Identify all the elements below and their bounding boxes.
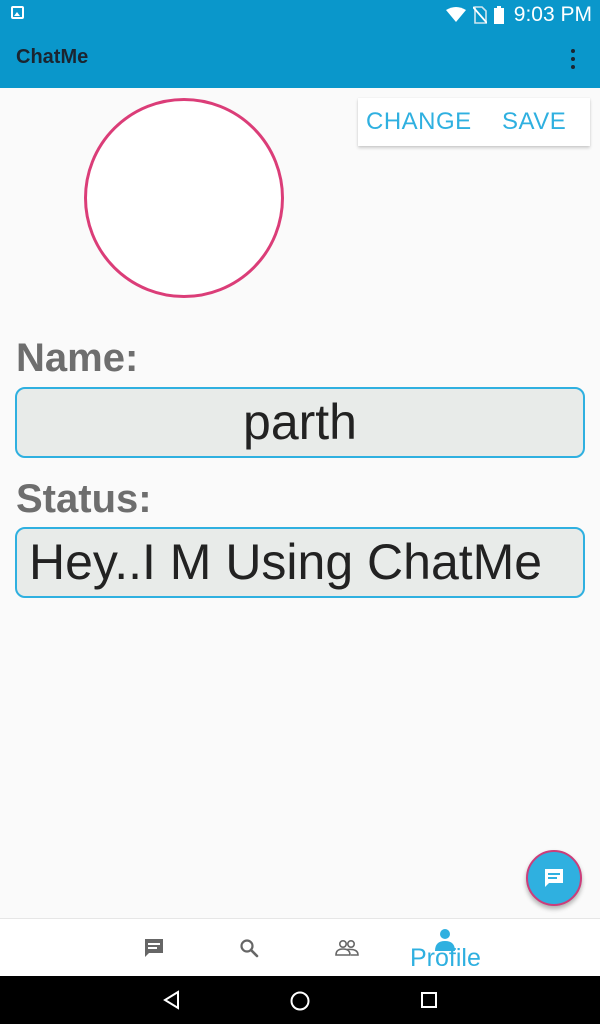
change-button[interactable]: CHANGE: [366, 108, 472, 136]
battery-icon: [493, 6, 504, 24]
system-navigation-bar: [0, 976, 600, 1024]
wifi-icon: [445, 7, 466, 22]
bottom-navigation: Profile: [0, 918, 600, 976]
new-message-button[interactable]: [526, 850, 582, 906]
nav-friends[interactable]: [333, 919, 363, 977]
status-icons: 9:03 PM: [445, 2, 592, 28]
app-title: ChatMe: [16, 46, 89, 68]
chat-icon: [145, 939, 163, 957]
recents-icon[interactable]: [419, 990, 439, 1010]
overflow-menu-icon[interactable]: [568, 46, 578, 72]
nav-chats[interactable]: [140, 919, 170, 977]
status-time: 9:03 PM: [513, 3, 592, 26]
name-field[interactable]: parth: [15, 387, 585, 458]
status-label: Status:: [16, 477, 152, 521]
home-icon[interactable]: [289, 990, 311, 1012]
status-field[interactable]: Hey..I M Using ChatMe: [15, 527, 585, 598]
no-sim-icon: [472, 6, 487, 24]
avatar[interactable]: [84, 98, 284, 298]
status-bar: 9:03 PM: [0, 0, 600, 30]
profile-actions: CHANGE SAVE: [358, 98, 590, 146]
name-label: Name:: [16, 336, 139, 380]
search-icon: [240, 939, 259, 958]
save-button[interactable]: SAVE: [502, 108, 566, 136]
nav-profile-label: Profile: [410, 944, 481, 972]
back-icon[interactable]: [162, 990, 182, 1010]
nav-profile[interactable]: Profile: [405, 919, 487, 977]
image-notification-icon: [11, 6, 24, 19]
app-bar: ChatMe: [0, 30, 600, 88]
message-icon: [545, 869, 563, 887]
nav-search[interactable]: [236, 919, 266, 977]
people-icon: [335, 939, 359, 956]
